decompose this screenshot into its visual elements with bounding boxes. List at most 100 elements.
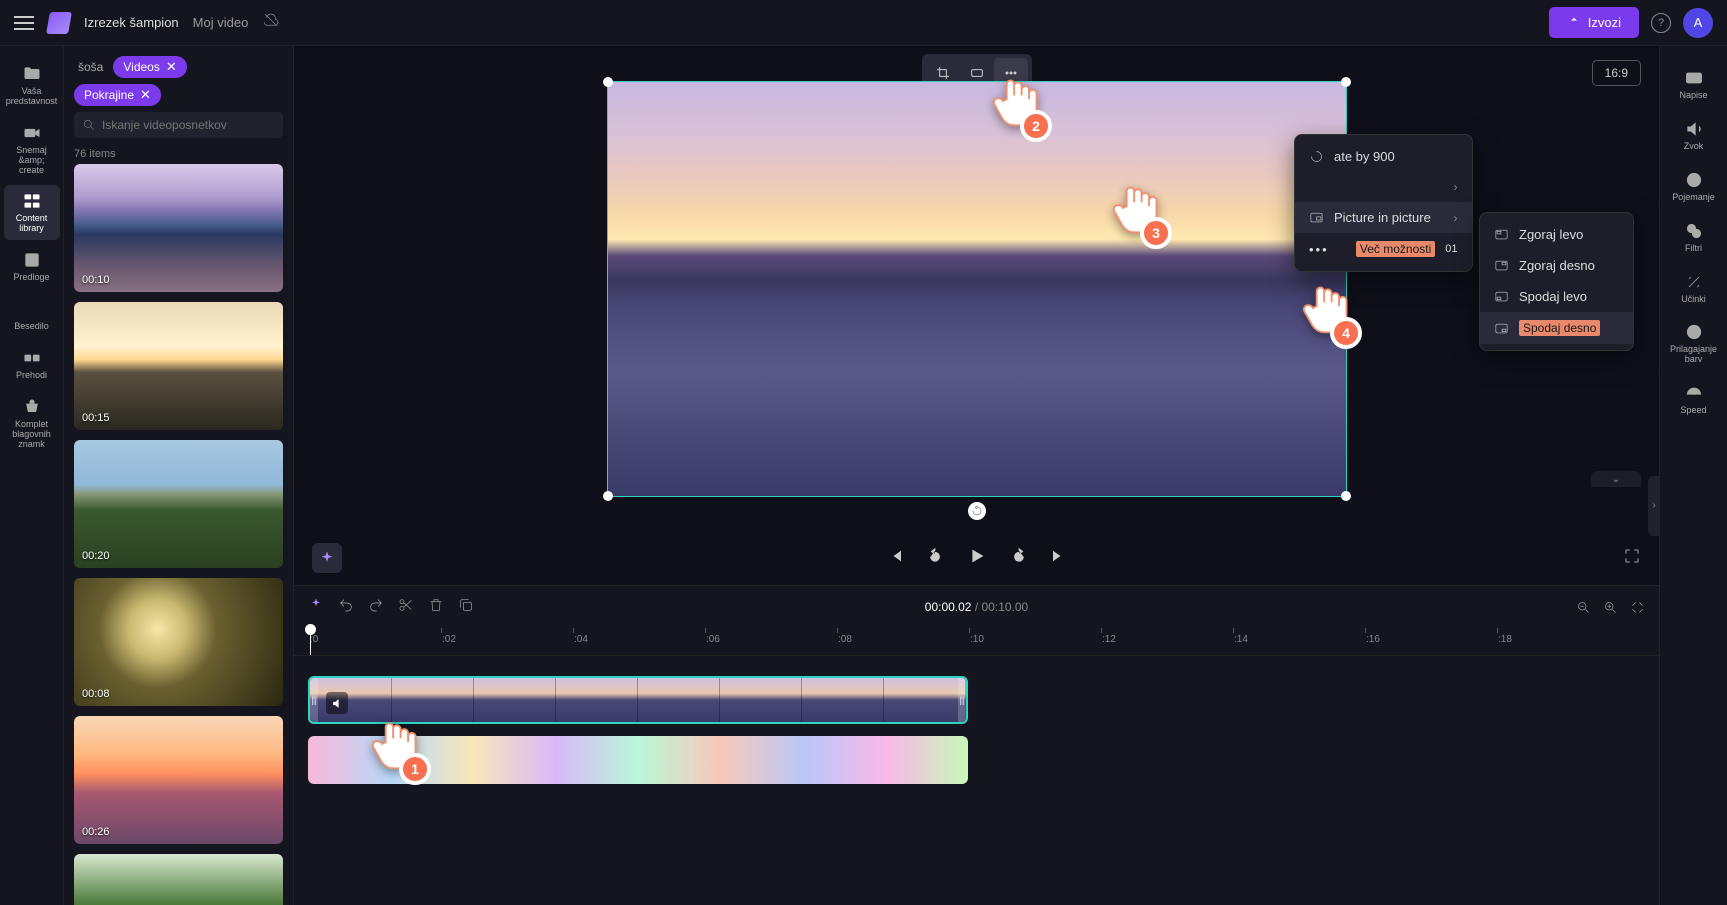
undo-icon (338, 597, 354, 613)
ai-enhance-button[interactable] (312, 543, 342, 573)
clip-trim-right[interactable]: || (958, 678, 966, 722)
sparkle-icon (319, 550, 335, 566)
breadcrumb-tag[interactable]: šoša (74, 57, 107, 77)
resize-handle-tr[interactable] (1341, 77, 1351, 87)
nav-brand-kit[interactable]: Komplet blagovnih znamk (4, 391, 60, 456)
skip-end-button[interactable] (1050, 547, 1068, 570)
fade-icon (1684, 170, 1704, 190)
tag-videos[interactable]: Videos✕ (113, 56, 186, 78)
prop-fade[interactable]: Pojemanje (1664, 164, 1724, 209)
user-avatar[interactable]: A (1683, 8, 1713, 38)
play-icon (966, 545, 988, 567)
rotate-handle[interactable] (968, 502, 986, 520)
fullscreen-button[interactable] (1623, 547, 1641, 570)
redo-icon (368, 597, 384, 613)
nav-your-media[interactable]: Vaša predstavnost (4, 58, 60, 113)
playhead[interactable] (310, 628, 311, 655)
clip-trim-left[interactable]: || (310, 678, 318, 722)
menu-empty-row[interactable]: › (1295, 172, 1472, 202)
prop-captions[interactable]: CCNapise (1664, 62, 1724, 107)
prop-audio[interactable]: Zvok (1664, 113, 1724, 158)
redo-button[interactable] (368, 597, 384, 618)
playback-controls: 5 5 (294, 531, 1659, 585)
effects-icon (1684, 272, 1704, 292)
resize-handle-br[interactable] (1341, 491, 1351, 501)
preview-area: 16:9 ate by 900 › (294, 46, 1659, 531)
collapse-preview-button[interactable]: ⌄ (1591, 471, 1641, 487)
preview-canvas[interactable] (607, 81, 1347, 497)
undo-button[interactable] (338, 597, 354, 618)
top-bar: Izrezek šampion Moj video Izvozi ? A (0, 0, 1727, 46)
ruler-tick: :14 (1234, 634, 1248, 645)
export-button[interactable]: Izvozi (1549, 7, 1639, 38)
nav-record-create[interactable]: Snemaj &amp; create (4, 117, 60, 182)
magic-button[interactable] (308, 597, 324, 618)
hamburger-menu-icon[interactable] (14, 16, 34, 30)
context-submenu-pip: Zgoraj levo Zgoraj desno Spodaj levo Spo… (1479, 212, 1634, 351)
prop-filters[interactable]: Filtri (1664, 215, 1724, 260)
delete-button[interactable] (428, 597, 444, 618)
center-area: 16:9 ate by 900 › (294, 46, 1659, 905)
split-button[interactable] (398, 597, 414, 618)
timeline-tracks[interactable]: || || (294, 656, 1659, 905)
clip-thumbnail[interactable]: 00:08 (74, 578, 283, 706)
nav-text[interactable]: Besedilo (4, 293, 60, 338)
skip-start-button[interactable] (886, 547, 904, 570)
transition-icon (22, 348, 42, 368)
prop-color-adjust[interactable]: Prilagajanje barv (1664, 316, 1724, 371)
resize-handle-bl[interactable] (603, 491, 613, 501)
speed-icon (1684, 383, 1704, 403)
close-icon[interactable]: ✕ (166, 59, 177, 75)
clip-thumbnail[interactable]: 00:26 (74, 716, 283, 844)
nav-transitions[interactable]: Prehodi (4, 342, 60, 387)
aspect-ratio-button[interactable]: 16:9 (1592, 60, 1641, 86)
timeline-panel: 00:00.02 / 00:10.00 :0 :02 :04 :06 :08 :… (294, 585, 1659, 905)
menu-more-options[interactable]: ••• Več možnosti01 (1295, 233, 1472, 265)
menu-top-left[interactable]: Zgoraj levo (1480, 219, 1633, 250)
nav-templates[interactable]: Predloge (4, 244, 60, 289)
close-icon[interactable]: ✕ (140, 87, 151, 103)
clip-thumbnail[interactable]: 00:20 (74, 440, 283, 568)
filter-tags: šoša Videos✕ (74, 56, 283, 78)
timeline-ruler[interactable]: :0 :02 :04 :06 :08 :10 :12 :14 :16 :18 (294, 628, 1659, 656)
fullscreen-icon (1623, 547, 1641, 565)
search-input[interactable] (102, 118, 275, 132)
ruler-tick: :0 (310, 634, 318, 645)
menu-bottom-right[interactable]: Spodaj desno (1480, 312, 1633, 344)
app-logo-icon (46, 12, 72, 34)
menu-top-right[interactable]: Zgoraj desno (1480, 250, 1633, 281)
search-box[interactable] (74, 112, 283, 138)
zoom-out-icon[interactable] (1576, 600, 1591, 615)
ruler-tick: :06 (706, 634, 720, 645)
forward-button[interactable]: 5 (1010, 547, 1028, 570)
zoom-fit-icon[interactable] (1630, 600, 1645, 615)
skip-end-icon (1050, 547, 1068, 565)
nav-content-library[interactable]: Content library (4, 185, 60, 240)
clip-audio-icon[interactable] (326, 692, 348, 714)
rewind-button[interactable]: 5 (926, 547, 944, 570)
play-button[interactable] (966, 545, 988, 572)
duplicate-button[interactable] (458, 597, 474, 618)
clip-thumbnail[interactable]: 00:10 (74, 164, 283, 292)
resize-handle-tl[interactable] (603, 77, 613, 87)
svg-text:CC: CC (1689, 76, 1699, 83)
help-icon[interactable]: ? (1651, 13, 1671, 33)
collapse-right-button[interactable]: › (1648, 476, 1660, 536)
tag-landscapes[interactable]: Pokrajine✕ (74, 84, 161, 106)
clip-thumbnail[interactable]: 00:15 (74, 302, 283, 430)
menu-pip[interactable]: Picture in picture › (1295, 202, 1472, 233)
menu-bottom-left[interactable]: Spodaj levo (1480, 281, 1633, 312)
menu-rotate[interactable]: ate by 900 (1295, 141, 1472, 172)
prop-speed[interactable]: Speed (1664, 377, 1724, 422)
scissors-icon (398, 597, 414, 613)
project-subtitle[interactable]: Moj video (193, 15, 249, 30)
topbar-left: Izrezek šampion Moj video (14, 11, 280, 34)
clip-thumbnail[interactable] (74, 854, 283, 905)
svg-text:5: 5 (1016, 555, 1019, 561)
zoom-in-icon[interactable] (1603, 600, 1618, 615)
prop-effects[interactable]: Učinki (1664, 266, 1724, 311)
tutorial-pointer-1: 1 (367, 716, 423, 777)
folder-icon (22, 64, 42, 84)
pip-tr-icon (1494, 258, 1509, 273)
clip-list[interactable]: 00:10 00:15 00:20 00:08 00:26 (64, 164, 293, 905)
